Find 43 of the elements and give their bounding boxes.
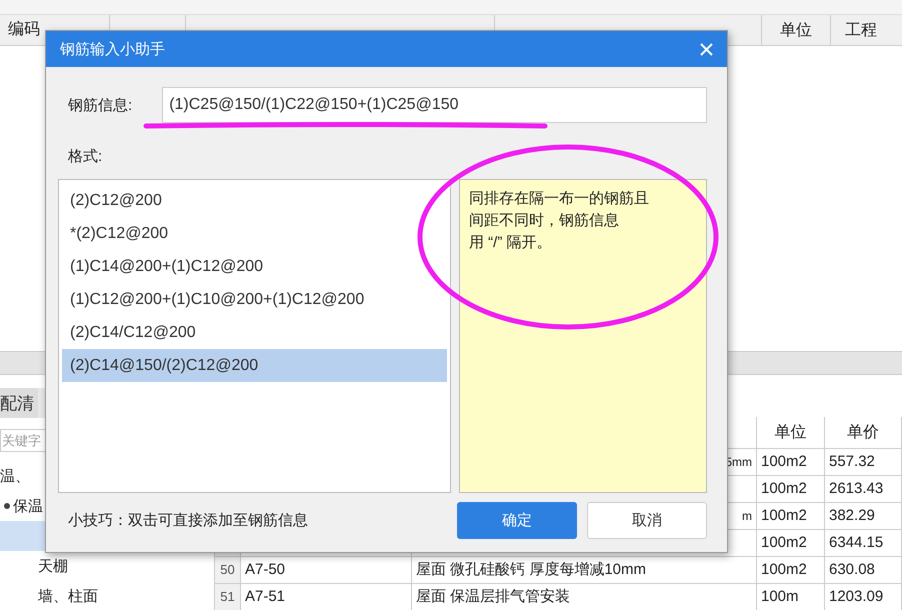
list-item[interactable]: *(2)C12@200 bbox=[62, 217, 447, 250]
list-item[interactable]: (2)C14/C12@200 bbox=[62, 316, 447, 349]
cancel-button[interactable]: 取消 bbox=[587, 502, 707, 539]
dialog-title: 钢筋输入小助手 bbox=[60, 40, 165, 58]
table-cell: 630.08 bbox=[825, 556, 902, 583]
row-number: 50 bbox=[215, 556, 241, 583]
note-text: 用 “/” 隔开。 bbox=[469, 233, 552, 253]
table-cell: 100m2 bbox=[757, 476, 825, 502]
table-cell: 557.32 bbox=[825, 448, 902, 475]
row-number: 51 bbox=[215, 584, 241, 610]
table-cell: 100m2 bbox=[757, 530, 825, 556]
tree-item[interactable]: 天棚 bbox=[38, 556, 68, 576]
list-item[interactable]: (2)C12@200 bbox=[62, 184, 447, 217]
note-text: 间距不同时，钢筋信息 bbox=[469, 211, 619, 231]
close-icon[interactable] bbox=[700, 42, 713, 56]
confirm-button[interactable]: 确定 bbox=[457, 502, 577, 539]
input-field[interactable]: (1)C25@150/(1)C22@150+(1)C25@150 bbox=[162, 87, 707, 123]
list-item[interactable]: (2)C14@150/(2)C12@200 bbox=[62, 349, 447, 382]
table-cell: A7-51 bbox=[241, 584, 412, 610]
table-cell: A7-50 bbox=[241, 556, 412, 583]
column-header: 单位 bbox=[762, 15, 831, 45]
list-item[interactable]: (1)C14@200+(1)C12@200 bbox=[62, 250, 447, 283]
column-header: 编码 bbox=[8, 20, 40, 40]
table-cell: 100m2 bbox=[757, 502, 825, 529]
tree-item[interactable]: 保温 bbox=[13, 496, 43, 516]
field-label: 钢筋信息: bbox=[68, 96, 134, 114]
column-header: 工程 bbox=[844, 20, 878, 40]
table-cell: 100m2 bbox=[757, 556, 825, 583]
tree-item[interactable]: 墙、柱面 bbox=[38, 586, 98, 606]
table-cell: 屋面 保温层排气管安装 bbox=[412, 584, 757, 610]
tip-text: 小技巧：双击可直接添加至钢筋信息 bbox=[67, 511, 309, 530]
table-cell: 100m bbox=[757, 584, 825, 610]
table-cell: 100m2 bbox=[757, 448, 825, 475]
tree-item[interactable]: 温、 bbox=[0, 466, 30, 486]
note-text: 同排存在隔一布一的钢筋且 bbox=[469, 189, 649, 209]
table-cell: 382.29 bbox=[825, 502, 902, 529]
panel-tab[interactable]: 配清 bbox=[0, 388, 38, 418]
table-cell: 1203.09 bbox=[825, 584, 902, 610]
table-cell: 6344.15 bbox=[825, 530, 902, 556]
format-label: 格式: bbox=[67, 147, 104, 167]
table-cell: 2613.43 bbox=[825, 476, 902, 502]
list-item[interactable]: (1)C12@200+(1)C10@200+(1)C12@200 bbox=[62, 283, 447, 316]
table-cell: 屋面 微孔硅酸钙 厚度每增减10mm bbox=[412, 556, 757, 583]
